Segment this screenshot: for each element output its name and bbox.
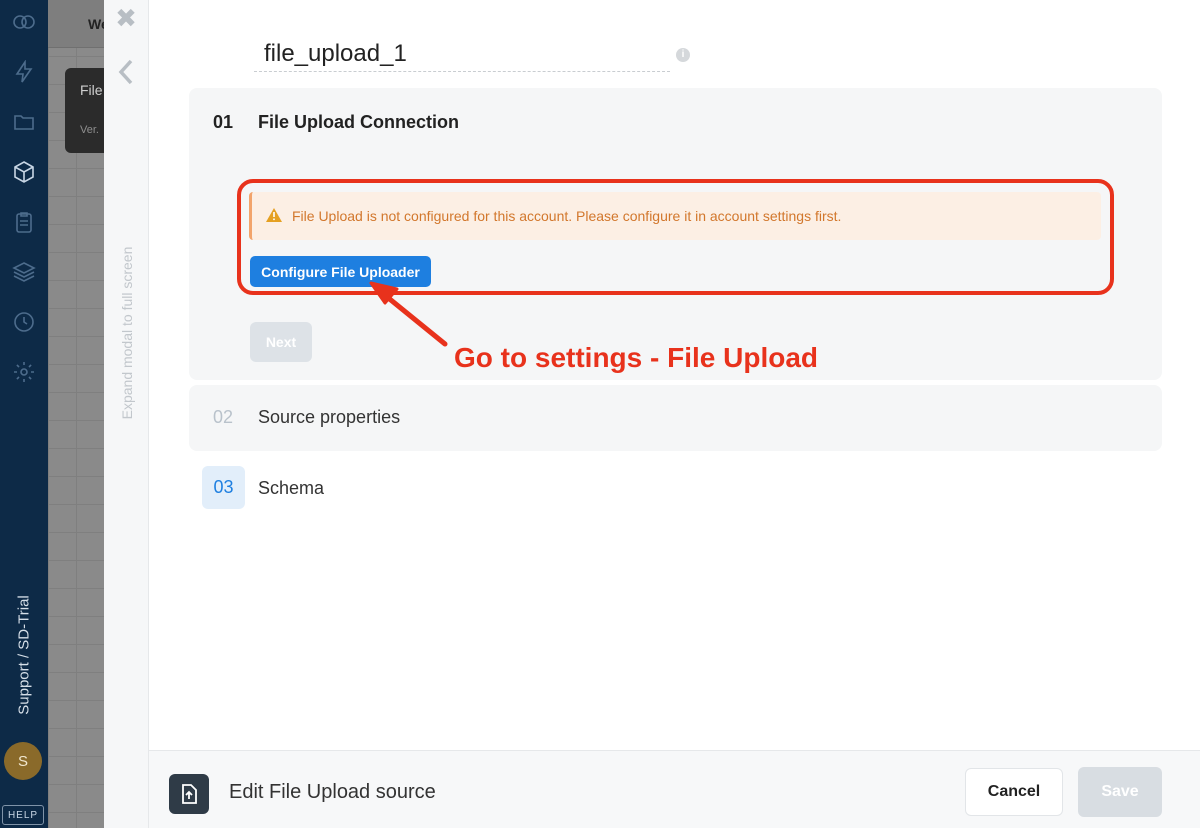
modal-footer: Edit File Upload source Cancel Save	[149, 750, 1200, 828]
avatar[interactable]: S	[4, 742, 42, 780]
step-schema[interactable]: 03 Schema	[189, 460, 1162, 516]
file-upload-icon	[169, 774, 209, 814]
background-topbar: We	[48, 0, 109, 48]
annotation-text: Go to settings - File Upload	[454, 342, 818, 373]
expand-modal-toggle[interactable]: Expand modal to full screen	[116, 228, 138, 438]
history-icon[interactable]	[10, 308, 38, 336]
step-number: 02	[213, 407, 234, 427]
bolt-icon[interactable]	[10, 58, 38, 86]
save-button[interactable]: Save	[1078, 767, 1162, 817]
background-card: File Ver.	[65, 68, 104, 153]
step-source-properties[interactable]: 02 Source properties	[189, 385, 1162, 451]
cancel-button[interactable]: Cancel	[965, 768, 1063, 816]
gear-icon[interactable]	[10, 358, 38, 386]
help-button[interactable]: HELP	[2, 805, 44, 825]
modal-main: file_upload_1 i 01 File Upload Connectio…	[149, 0, 1200, 750]
step-title: Schema	[258, 478, 325, 498]
logo-icon[interactable]	[10, 8, 38, 36]
workspace-label[interactable]: Support / SD-Trial	[12, 580, 36, 730]
background-card-title: File	[80, 82, 103, 98]
layers-icon[interactable]	[10, 258, 38, 286]
step-title: Source properties	[258, 407, 401, 427]
step-number: 01	[213, 112, 234, 132]
footer-title: Edit File Upload source	[229, 781, 436, 803]
source-name-input[interactable]: file_upload_1	[254, 38, 670, 72]
cube-icon[interactable]	[10, 158, 38, 186]
close-icon[interactable]: ✖	[114, 5, 138, 31]
chevron-left-icon[interactable]	[114, 58, 138, 86]
next-button[interactable]: Next	[250, 322, 312, 362]
step-number-badge: 03	[202, 466, 245, 509]
folder-icon[interactable]	[10, 108, 38, 136]
step-title: File Upload Connection	[258, 112, 459, 132]
app-sidebar: Support / SD-Trial S HELP	[0, 0, 48, 828]
clipboard-icon[interactable]	[10, 208, 38, 236]
annotation-highlight-frame	[237, 179, 1114, 295]
background-card-subtitle: Ver.	[80, 124, 99, 136]
info-icon[interactable]: i	[676, 48, 690, 62]
modal-side-strip: ✖ Expand modal to full screen	[104, 0, 149, 828]
